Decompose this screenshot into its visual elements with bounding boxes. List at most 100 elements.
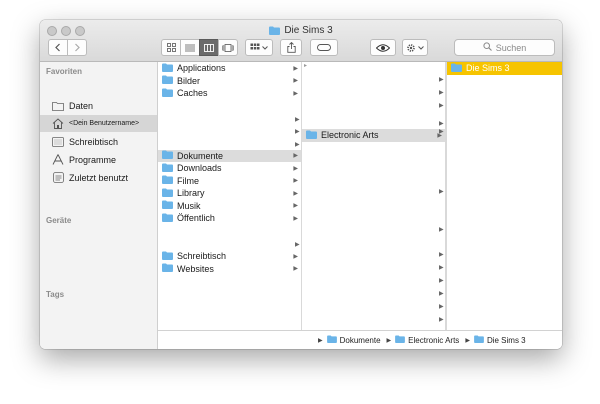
column-view-icon[interactable]: [199, 39, 219, 56]
list-item[interactable]: Websites ▶: [158, 263, 301, 276]
folder-icon: [52, 100, 64, 112]
folder-icon: [162, 88, 173, 99]
sidebar-item-daten[interactable]: Daten: [40, 97, 157, 114]
folder-icon: [269, 26, 281, 38]
disclosure-arrow-icon: ▶: [295, 142, 300, 148]
share-icon: [286, 42, 296, 53]
folder-icon: [162, 150, 173, 161]
sidebar-item-label: <Dein Benutzername>: [69, 120, 140, 127]
disclosure-arrow-icon: ▶: [439, 129, 444, 135]
browser-column-1: Applications ▶ Bilder ▶ Caches ▶ ▶ ▶ ▶ D…: [158, 62, 302, 349]
list-item[interactable]: Die Sims 3: [447, 62, 562, 75]
window-title: Die Sims 3: [40, 25, 562, 38]
disclosure-arrow-icon: ▶: [293, 266, 298, 273]
disclosure-arrow-icon: ▶: [293, 190, 298, 197]
quick-look-button[interactable]: [370, 39, 396, 56]
sidebar-item-label: Zuletzt benutzt: [69, 172, 129, 183]
breadcrumb-label: Die Sims 3: [486, 335, 526, 345]
desktop-icon: [52, 136, 64, 148]
breadcrumb-electronic-arts[interactable]: ▶ Electronic Arts: [386, 335, 460, 345]
sidebar-item-zuletzt[interactable]: Zuletzt benutzt: [40, 169, 157, 186]
list-item[interactable]: Applications ▶: [158, 62, 301, 75]
disclosure-arrow-icon: ▶: [439, 317, 444, 323]
share-button[interactable]: [280, 39, 302, 56]
item-label: Applications: [177, 63, 226, 74]
sidebar-item-programme[interactable]: Programme: [40, 151, 157, 168]
item-label: Musik: [177, 200, 201, 211]
browser-column-2: ▸ ▶ Electronic Arts ▶: [302, 62, 446, 349]
chevron-right-icon: ▶: [386, 337, 392, 344]
list-item[interactable]: Filme ▶: [158, 175, 301, 188]
list-item[interactable]: Caches ▶: [158, 87, 301, 100]
icon-view-icon[interactable]: [161, 39, 181, 56]
folder-icon: [162, 213, 173, 224]
chevron-right-icon[interactable]: [67, 39, 87, 56]
breadcrumb-die-sims-3[interactable]: ▶ Die Sims 3: [465, 335, 526, 345]
search-input[interactable]: Suchen: [454, 39, 555, 56]
folder-icon: [306, 130, 317, 141]
disclosure-arrow-icon: ▶: [293, 165, 298, 172]
list-item[interactable]: Schreibtisch ▶: [158, 250, 301, 263]
window-title-text: Die Sims 3: [284, 25, 333, 36]
sidebar-section-favorites: Favoriten: [46, 67, 83, 76]
home-icon: [52, 118, 64, 130]
folder-icon: [162, 175, 173, 186]
toolbar: Die Sims 3 Suchen: [40, 20, 562, 62]
search-icon: [483, 42, 492, 53]
breadcrumb-dokumente[interactable]: ▶ Dokumente: [318, 335, 381, 345]
eye-icon: [376, 43, 390, 52]
sidebar-item-label: Schreibtisch: [69, 136, 119, 147]
list-item[interactable]: Electronic Arts ▶: [302, 129, 445, 142]
item-label: Dokumente: [177, 150, 224, 161]
disclosure-arrow-icon: ▶: [293, 215, 298, 222]
sidebar: Favoriten Daten <Dein Benutzername> Schr…: [40, 62, 158, 349]
sidebar-item-label: Programme: [69, 154, 117, 165]
folder-icon: [162, 75, 173, 86]
disclosure-arrow-icon: ▶: [293, 78, 298, 85]
folder-icon: [326, 335, 337, 345]
item-label: Library: [177, 188, 205, 199]
list-item[interactable]: Dokumente ▶: [158, 149, 301, 162]
folder-icon: [162, 163, 173, 174]
folder-icon: [162, 251, 173, 262]
disclosure-arrow-icon: ▶: [293, 65, 298, 72]
disclosure-arrow-icon: ▸: [304, 63, 308, 69]
list-item[interactable]: Öffentlich ▶: [158, 212, 301, 225]
item-label: Öffentlich: [177, 213, 215, 224]
chevron-left-icon[interactable]: [48, 39, 68, 56]
disclosure-arrow-icon: ▶: [439, 278, 444, 284]
list-item[interactable]: Downloads ▶: [158, 162, 301, 175]
item-label: Filme: [177, 175, 199, 186]
disclosure-arrow-icon: ▶: [439, 252, 444, 258]
list-item[interactable]: Musik ▶: [158, 200, 301, 213]
item-label: Caches: [177, 88, 208, 99]
breadcrumb-label: Electronic Arts: [408, 335, 460, 345]
sidebar-item-home[interactable]: <Dein Benutzername>: [40, 115, 157, 132]
chevron-down-icon: [262, 45, 268, 50]
path-bar: ▶ Dokumente ▶ Electronic Arts ▶ Die Sims…: [158, 330, 562, 349]
browser-column-4: Die Sims 3: [446, 62, 562, 349]
action-button[interactable]: [402, 39, 428, 56]
disclosure-arrow-icon: ▶: [439, 77, 444, 83]
list-item[interactable]: Bilder ▶: [158, 75, 301, 88]
sidebar-item-schreibtisch[interactable]: Schreibtisch: [40, 133, 157, 150]
list-view-icon[interactable]: [180, 39, 200, 56]
tag-button[interactable]: [310, 39, 338, 56]
disclosure-arrow-icon: ▶: [293, 153, 298, 160]
disclosure-arrow-icon: ▶: [293, 253, 298, 260]
finder-window: Die Sims 3 Suchen Favoriten Daten <Dein …: [40, 20, 562, 349]
chevron-right-icon: ▶: [318, 337, 323, 344]
chevron-right-icon: ▶: [465, 337, 470, 344]
breadcrumb-label: Dokumente: [339, 335, 381, 345]
sidebar-section-tags: Tags: [46, 290, 65, 299]
disclosure-arrow-icon: ▶: [439, 189, 444, 195]
disclosure-arrow-icon: ▶: [295, 129, 300, 135]
list-item[interactable]: Library ▶: [158, 187, 301, 200]
disclosure-arrow-icon: ▶: [439, 265, 444, 271]
cover-flow-icon[interactable]: [218, 39, 238, 56]
item-label: Die Sims 3: [466, 63, 510, 74]
disclosure-arrow-icon: ▶: [295, 117, 300, 123]
folder-icon: [395, 335, 406, 345]
disclosure-arrow-icon: ▶: [439, 291, 444, 297]
arrange-button[interactable]: [245, 39, 273, 56]
